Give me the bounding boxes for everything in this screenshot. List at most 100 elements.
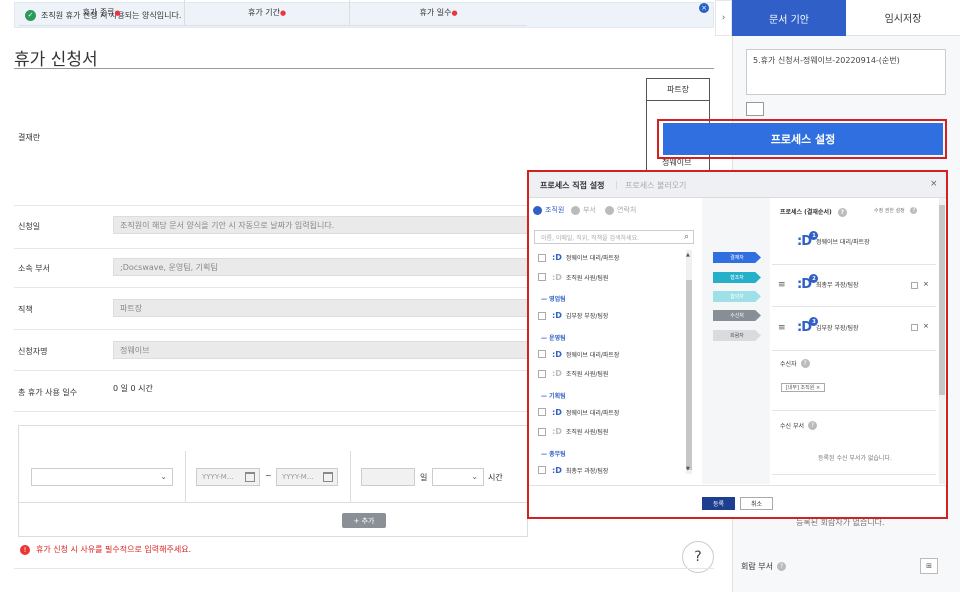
remove-icon[interactable]: × — [923, 322, 929, 330]
group-header: — 기획팀 — [541, 392, 566, 400]
picker-tab-members[interactable]: 조직원 — [533, 205, 564, 215]
list-item[interactable]: :D 최총무 과장/팀장 — [538, 466, 608, 475]
member-name: 조직원 사원/팀원 — [565, 371, 609, 378]
list-scrollbar-thumb[interactable] — [686, 280, 692, 470]
days-input[interactable] — [361, 468, 415, 486]
member-checkbox[interactable] — [538, 427, 546, 436]
add-row-button[interactable]: + 추가 — [342, 513, 386, 528]
doc-title-input[interactable]: 5.휴가 신청서-정웨이브-20220914-(순번) — [746, 49, 946, 95]
process-node[interactable]: :D 3 김부장 부장/팀장 — [797, 317, 859, 335]
approval-header: 파트장 — [647, 79, 709, 101]
process-node[interactable]: :D 1 정웨이브 대리/파트장 — [797, 231, 870, 249]
help-icon[interactable]: ? — [776, 562, 786, 571]
org-chart-icon[interactable]: ⊞ — [920, 558, 938, 574]
role-approver-button[interactable]: 결재자 — [713, 252, 761, 263]
process-scrollbar-thumb[interactable] — [939, 205, 945, 395]
process-node[interactable]: :D 2 최총무 과장/팀장 — [797, 274, 859, 292]
group-name: 영업팀 — [549, 296, 566, 303]
close-icon[interactable]: × — [699, 3, 709, 13]
help-icon[interactable]: ? — [837, 208, 847, 217]
list-item[interactable]: :D 조직원 사원/팀원 — [538, 273, 608, 282]
member-search-input[interactable]: 이름, 이메일, 직위, 직책을 검색하세요. ⌕ — [534, 230, 694, 244]
tab-separator: | — [615, 180, 618, 189]
scroll-up-icon[interactable]: ▲ — [686, 252, 690, 258]
close-icon[interactable]: × — [930, 179, 938, 189]
help-icon[interactable]: ? — [910, 207, 918, 214]
scroll-down-icon[interactable]: ▼ — [686, 466, 690, 472]
empty-dept-text: 등록된 수신 부서가 없습니다. — [818, 455, 892, 462]
role-circulator-button[interactable]: 회람자 — [713, 330, 761, 341]
picker-tab-label: 조직원 — [545, 206, 565, 214]
row-divider — [19, 502, 527, 503]
process-header: 프로세스 (결재순서) ? — [780, 207, 847, 217]
node-name: 김부장 부장/팀장 — [816, 325, 859, 332]
tab-load-process[interactable]: 프로세스 불러오기 — [625, 180, 686, 191]
chevron-right-icon[interactable]: › — [715, 0, 732, 36]
list-item[interactable]: :D 정웨이브 대리/파트장 — [538, 350, 619, 359]
member-checkbox[interactable] — [538, 311, 546, 320]
start-date-input[interactable]: YYYY-M... — [196, 468, 260, 486]
help-icon[interactable]: ? — [808, 421, 817, 430]
applicant-field: 정웨이브 — [113, 341, 528, 359]
drag-handle-icon[interactable]: ≡ — [778, 280, 786, 290]
department-field: ;Docswave, 운영팀, 기획팀 — [113, 258, 528, 276]
tab-direct-setting[interactable]: 프로세스 직접 설정 — [540, 180, 604, 191]
member-checkbox[interactable] — [538, 253, 546, 262]
end-date-input[interactable]: YYYY-M... — [276, 468, 338, 486]
row-divider — [14, 568, 714, 569]
member-avatar-icon: :D — [552, 253, 562, 262]
node-number: 1 — [809, 231, 818, 240]
list-item[interactable]: :D 김부장 부장/팀장 — [538, 311, 608, 320]
total-days-value: 0 일 0 시간 — [113, 384, 153, 393]
register-button[interactable]: 등록 — [702, 497, 735, 510]
cancel-button[interactable]: 취소 — [740, 497, 773, 510]
tag-icon[interactable] — [746, 102, 764, 116]
receiver-chip[interactable]: [내부] 조직원 × — [781, 383, 825, 392]
member-checkbox[interactable] — [538, 350, 546, 358]
remove-icon[interactable]: × — [923, 280, 929, 288]
picker-tab-label: 연락처 — [617, 206, 637, 214]
apply-date-field: 조직원이 해당 문서 양식을 기안 시 자동으로 날짜가 입력됩니다. — [113, 216, 528, 234]
picker-tab-contacts[interactable]: 연락처 — [605, 205, 636, 215]
process-setting-button[interactable]: 프로세스 설정 — [663, 123, 943, 155]
chevron-down-icon: ⌄ — [471, 472, 478, 481]
node-number: 3 — [809, 317, 818, 326]
date-separator: ~ — [265, 471, 272, 480]
list-item[interactable]: :D 정웨이브 대리/파트장 — [538, 408, 619, 417]
drag-handle-icon[interactable]: ≡ — [778, 323, 786, 333]
member-checkbox[interactable] — [538, 408, 546, 416]
calendar-icon[interactable] — [323, 472, 333, 482]
search-icon[interactable]: ⌕ — [684, 232, 689, 242]
tab-temp-save[interactable]: 임시저장 — [846, 0, 960, 36]
search-placeholder: 이름, 이메일, 직위, 직책을 검색하세요. — [541, 234, 640, 242]
section-divider — [772, 350, 936, 351]
picker-tab-departments[interactable]: 부서 — [571, 205, 596, 215]
circulation-dept-text: 회람 부서 — [741, 562, 773, 571]
edit-permission-setting[interactable]: 수정 권한 설정 ? — [874, 207, 918, 214]
member-checkbox[interactable] — [538, 369, 546, 378]
member-checkbox[interactable] — [538, 273, 546, 281]
position-label: 직책 — [18, 305, 33, 314]
contact-icon — [605, 205, 614, 215]
hours-select[interactable]: ⌄ — [432, 468, 484, 486]
role-cooperator-button[interactable]: 협조자 — [713, 272, 761, 283]
member-name: 조직원 사원/팀원 — [565, 274, 609, 282]
member-avatar-icon: :D 1 — [797, 231, 818, 249]
list-item[interactable]: :D 조직원 사원/팀원 — [538, 369, 608, 378]
list-item[interactable]: :D 정웨이브 대리/파트장 — [538, 253, 619, 262]
page-title: 휴가 신청서 — [14, 50, 98, 70]
vacation-type-select[interactable]: ⌄ — [31, 468, 173, 486]
edit-permission-checkbox[interactable] — [911, 324, 918, 331]
member-avatar-icon: :D — [552, 427, 562, 436]
member-checkbox[interactable] — [538, 466, 546, 474]
calendar-icon[interactable] — [245, 472, 255, 482]
role-agreer-button[interactable]: 합의자 — [713, 291, 761, 302]
member-avatar-icon: :D 3 — [797, 317, 818, 335]
help-icon[interactable]: ? — [800, 359, 810, 368]
tab-draft[interactable]: 문서 기안 — [732, 0, 846, 36]
node-divider — [772, 306, 936, 307]
member-avatar-icon: :D 2 — [797, 274, 818, 292]
list-item[interactable]: :D 조직원 사원/팀원 — [538, 427, 608, 436]
role-receiver-button[interactable]: 수신처 — [713, 310, 761, 321]
edit-permission-checkbox[interactable] — [911, 282, 918, 289]
